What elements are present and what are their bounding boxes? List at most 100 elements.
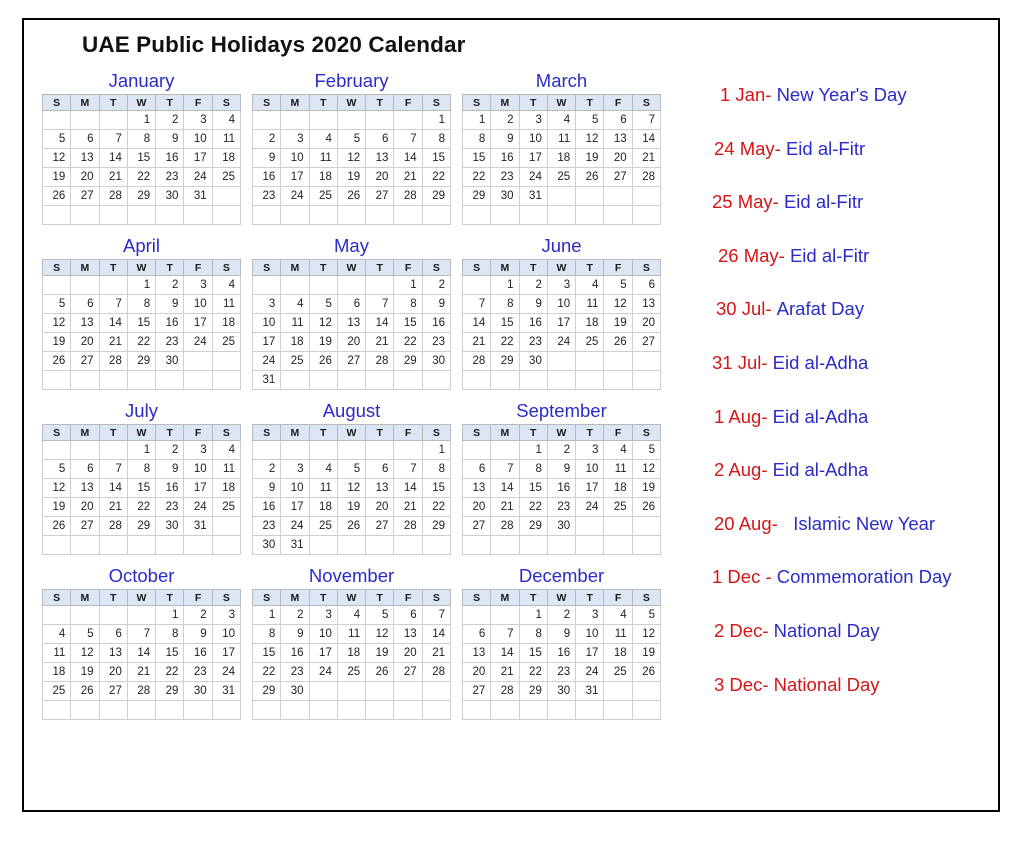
day-cell[interactable]: 8 <box>421 129 452 149</box>
day-cell[interactable]: 1 <box>518 605 548 625</box>
day-cell[interactable]: 3 <box>575 440 605 460</box>
day-cell[interactable]: 30 <box>251 535 282 555</box>
day-cell[interactable]: 9 <box>183 624 213 644</box>
day-cell[interactable]: 4 <box>336 605 367 625</box>
day-cell[interactable]: 1 <box>155 605 185 625</box>
day-cell[interactable]: 19 <box>631 478 662 498</box>
day-cell[interactable]: 23 <box>155 497 185 517</box>
day-cell[interactable]: 24 <box>575 662 605 682</box>
day-cell[interactable]: 21 <box>461 332 492 352</box>
day-cell[interactable]: 22 <box>126 167 157 187</box>
day-cell[interactable]: 14 <box>98 313 128 333</box>
day-cell[interactable]: 25 <box>603 662 633 682</box>
day-cell[interactable]: 16 <box>251 167 282 187</box>
day-cell[interactable]: 13 <box>365 148 395 168</box>
day-cell[interactable]: 4 <box>308 459 338 479</box>
day-cell[interactable]: 24 <box>280 516 310 536</box>
day-cell[interactable]: 3 <box>546 275 577 295</box>
day-cell[interactable]: 6 <box>631 275 662 295</box>
day-cell[interactable]: 19 <box>41 167 72 187</box>
day-cell[interactable]: 14 <box>126 643 157 663</box>
day-cell[interactable]: 10 <box>280 478 310 498</box>
day-cell[interactable]: 2 <box>421 275 452 295</box>
day-cell[interactable]: 9 <box>251 478 282 498</box>
day-cell[interactable]: 11 <box>308 478 338 498</box>
day-cell[interactable]: 12 <box>631 624 662 644</box>
day-cell[interactable]: 31 <box>251 370 282 390</box>
day-cell[interactable]: 11 <box>211 294 242 314</box>
day-cell[interactable]: 14 <box>98 478 128 498</box>
day-cell[interactable]: 25 <box>41 681 72 701</box>
day-cell[interactable]: 27 <box>365 186 395 206</box>
day-cell[interactable]: 26 <box>41 351 72 371</box>
day-cell[interactable]: 17 <box>183 313 213 333</box>
day-cell[interactable]: 30 <box>155 516 185 536</box>
day-cell[interactable]: 15 <box>393 313 423 333</box>
day-cell[interactable]: 13 <box>461 643 492 663</box>
day-cell[interactable]: 26 <box>631 497 662 517</box>
day-cell[interactable]: 13 <box>631 294 662 314</box>
day-cell[interactable]: 30 <box>490 186 520 206</box>
day-cell[interactable]: 6 <box>70 459 100 479</box>
day-cell[interactable]: 5 <box>336 459 367 479</box>
day-cell[interactable]: 30 <box>183 681 213 701</box>
day-cell[interactable]: 24 <box>183 332 213 352</box>
day-cell[interactable]: 25 <box>575 332 605 352</box>
day-cell[interactable]: 20 <box>336 332 367 352</box>
day-cell[interactable]: 29 <box>126 516 157 536</box>
day-cell[interactable]: 19 <box>308 332 338 352</box>
day-cell[interactable]: 27 <box>336 351 367 371</box>
day-cell[interactable]: 24 <box>518 167 548 187</box>
day-cell[interactable]: 13 <box>70 148 100 168</box>
day-cell[interactable]: 20 <box>98 662 128 682</box>
day-cell[interactable]: 12 <box>575 129 605 149</box>
day-cell[interactable]: 5 <box>365 605 395 625</box>
day-cell[interactable]: 21 <box>98 497 128 517</box>
day-cell[interactable]: 28 <box>98 186 128 206</box>
day-cell[interactable]: 30 <box>155 186 185 206</box>
day-cell[interactable]: 24 <box>211 662 242 682</box>
day-cell[interactable]: 9 <box>280 624 310 644</box>
day-cell[interactable]: 17 <box>280 497 310 517</box>
day-cell[interactable]: 13 <box>603 129 633 149</box>
day-cell[interactable]: 2 <box>251 129 282 149</box>
day-cell[interactable]: 10 <box>575 624 605 644</box>
day-cell[interactable]: 9 <box>546 459 577 479</box>
day-cell[interactable]: 5 <box>603 275 633 295</box>
day-cell[interactable]: 30 <box>155 351 185 371</box>
day-cell[interactable]: 23 <box>546 497 577 517</box>
day-cell[interactable]: 13 <box>461 478 492 498</box>
day-cell[interactable]: 16 <box>155 478 185 498</box>
day-cell[interactable]: 16 <box>155 313 185 333</box>
day-cell[interactable]: 3 <box>575 605 605 625</box>
day-cell[interactable]: 27 <box>70 351 100 371</box>
day-cell[interactable]: 11 <box>211 129 242 149</box>
day-cell[interactable]: 22 <box>421 167 452 187</box>
day-cell[interactable]: 31 <box>183 516 213 536</box>
day-cell[interactable]: 3 <box>280 459 310 479</box>
day-cell[interactable]: 25 <box>336 662 367 682</box>
day-cell[interactable]: 21 <box>490 497 520 517</box>
day-cell[interactable]: 11 <box>575 294 605 314</box>
day-cell[interactable]: 22 <box>461 167 492 187</box>
day-cell[interactable]: 11 <box>336 624 367 644</box>
day-cell[interactable]: 18 <box>575 313 605 333</box>
day-cell[interactable]: 25 <box>280 351 310 371</box>
day-cell[interactable]: 2 <box>251 459 282 479</box>
day-cell[interactable]: 14 <box>393 478 423 498</box>
day-cell[interactable]: 5 <box>70 624 100 644</box>
day-cell[interactable]: 12 <box>308 313 338 333</box>
day-cell[interactable]: 2 <box>546 440 577 460</box>
day-cell[interactable]: 10 <box>546 294 577 314</box>
day-cell[interactable]: 7 <box>393 459 423 479</box>
day-cell[interactable]: 22 <box>490 332 520 352</box>
day-cell[interactable]: 16 <box>546 643 577 663</box>
day-cell[interactable]: 8 <box>126 129 157 149</box>
day-cell[interactable]: 8 <box>155 624 185 644</box>
day-cell[interactable]: 4 <box>575 275 605 295</box>
day-cell[interactable]: 7 <box>126 624 157 644</box>
day-cell[interactable]: 26 <box>365 662 395 682</box>
day-cell[interactable]: 29 <box>421 186 452 206</box>
day-cell[interactable]: 18 <box>211 148 242 168</box>
day-cell[interactable]: 27 <box>70 516 100 536</box>
